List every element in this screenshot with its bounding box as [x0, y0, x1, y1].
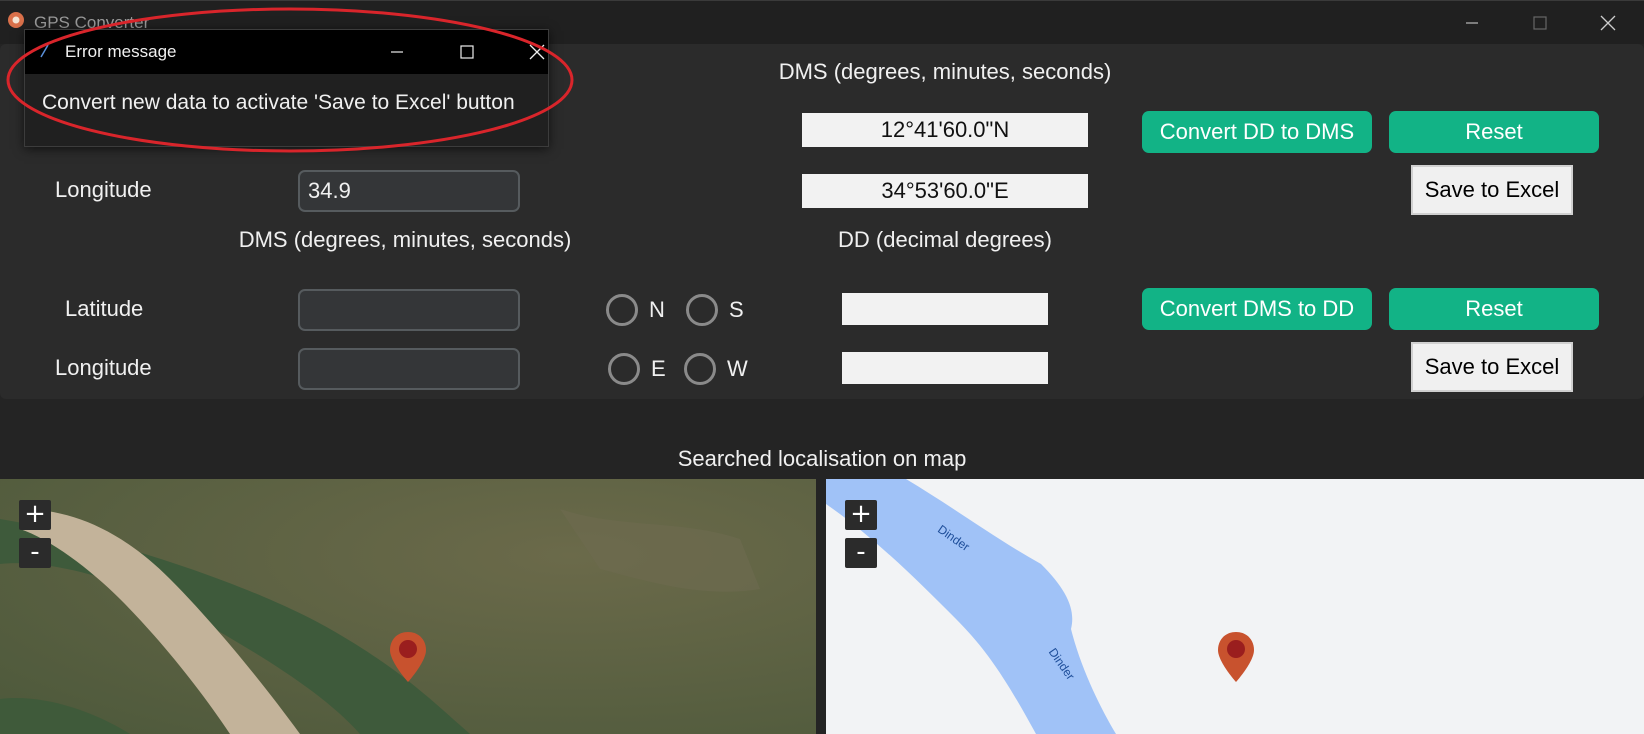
longitude-label-dms: Longitude	[55, 355, 152, 380]
dialog-title: Error message	[65, 42, 177, 61]
save-to-excel-button-dms[interactable]: Save to Excel	[1411, 342, 1573, 392]
location-marker-icon	[390, 632, 426, 682]
dialog-close-button[interactable]	[503, 30, 571, 74]
convert-dms-to-dd-button[interactable]: Convert DMS to DD	[1142, 288, 1372, 330]
maximize-icon	[460, 45, 474, 59]
convert-dd-to-dms-button[interactable]: Convert DD to DMS	[1142, 111, 1372, 153]
radio-south-label: S	[729, 297, 744, 322]
radio-west[interactable]	[684, 353, 716, 385]
minimize-icon	[1466, 22, 1478, 24]
street-map-tiles	[826, 479, 1116, 734]
dd-longitude-input[interactable]: 34.9	[298, 170, 520, 212]
reset-dms-button[interactable]: Reset	[1389, 288, 1599, 330]
satellite-map[interactable]: + -	[0, 479, 816, 734]
radio-east[interactable]	[608, 353, 640, 385]
close-icon	[1600, 15, 1616, 31]
dms-longitude-input[interactable]	[298, 348, 520, 390]
latitude-label: Latitude	[65, 296, 144, 321]
longitude-label: Longitude	[55, 177, 152, 202]
dd-result-header: DD (decimal degrees)	[838, 227, 1052, 252]
location-marker-icon	[1218, 632, 1254, 682]
dd-latitude-result	[842, 293, 1048, 325]
satellite-zoom-in-button[interactable]: +	[19, 500, 51, 530]
dms-result-header: DMS (degrees, minutes, seconds)	[778, 59, 1112, 84]
error-dialog: Error message Convert new data to activa…	[24, 29, 549, 147]
map-pin-app-icon	[8, 12, 24, 28]
maximize-icon	[1533, 16, 1547, 30]
dms-latitude-result: 12°41'60.0"N	[802, 113, 1088, 147]
radio-west-label: W	[727, 356, 748, 381]
dd-longitude-result	[842, 352, 1048, 384]
reset-dd-button[interactable]: Reset	[1389, 111, 1599, 153]
close-icon	[529, 44, 545, 60]
minimize-button[interactable]	[1438, 5, 1506, 41]
street-zoom-in-button[interactable]: +	[845, 500, 877, 530]
radio-north[interactable]	[606, 294, 638, 326]
street-zoom-out-button[interactable]: -	[845, 538, 877, 568]
dms-longitude-result: 34°53'60.0"E	[802, 174, 1088, 208]
dms-latitude-input[interactable]	[298, 289, 520, 331]
minimize-icon	[391, 51, 403, 53]
map-heading: Searched localisation on map	[677, 446, 967, 471]
app-window: GPS Converter DMS (degrees, minutes, sec…	[0, 0, 1644, 734]
dms-input-header: DMS (degrees, minutes, seconds)	[238, 227, 572, 252]
satellite-imagery	[0, 479, 816, 734]
dialog-maximize-button[interactable]	[433, 30, 501, 74]
dialog-minimize-button[interactable]	[363, 30, 431, 74]
satellite-zoom-out-button[interactable]: -	[19, 538, 51, 568]
dialog-title-bar: Error message	[25, 30, 548, 74]
radio-south[interactable]	[686, 294, 718, 326]
error-message-text: Convert new data to activate 'Save to Ex…	[42, 91, 515, 114]
radio-east-label: E	[651, 356, 666, 381]
maximize-button[interactable]	[1506, 5, 1574, 41]
feather-icon	[40, 44, 49, 58]
radio-north-label: N	[649, 297, 665, 322]
street-map[interactable]: Dinder Dinder + -	[826, 479, 1644, 734]
close-button[interactable]	[1574, 5, 1642, 41]
save-to-excel-button-dd[interactable]: Save to Excel	[1411, 165, 1573, 215]
